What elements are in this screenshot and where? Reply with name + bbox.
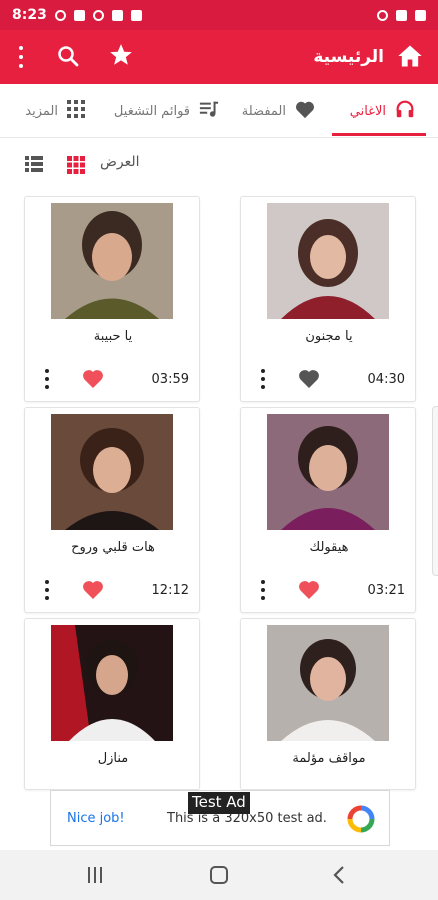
song-card[interactable]: هيقولك 03:21 bbox=[240, 407, 416, 613]
song-title: هيقولك bbox=[309, 540, 349, 555]
song-duration: 04:30 bbox=[367, 372, 405, 387]
ad-logo-icon bbox=[347, 805, 375, 837]
recent-apps-icon[interactable] bbox=[88, 867, 102, 883]
system-nav-bar bbox=[0, 850, 438, 900]
song-artwork bbox=[51, 625, 173, 741]
ad-cta[interactable]: Nice job! bbox=[67, 811, 125, 826]
back-icon[interactable] bbox=[332, 865, 346, 889]
grid-view-icon[interactable] bbox=[67, 156, 85, 178]
playlist-icon bbox=[198, 99, 220, 123]
pinterest-icon bbox=[92, 9, 104, 21]
system-icons bbox=[377, 9, 426, 21]
more-options-icon[interactable] bbox=[43, 580, 51, 600]
more-options-icon[interactable] bbox=[259, 369, 267, 389]
grid-icon bbox=[66, 99, 86, 123]
heart-icon bbox=[294, 99, 316, 123]
song-duration: 12:12 bbox=[151, 583, 189, 598]
song-title: يا مجنون bbox=[305, 329, 353, 344]
list-view-icon[interactable] bbox=[25, 156, 43, 176]
heart-icon[interactable] bbox=[297, 578, 321, 604]
heart-icon[interactable] bbox=[297, 367, 321, 393]
song-card[interactable]: يا مجنون 04:30 bbox=[240, 196, 416, 402]
tab-more[interactable]: المزيد bbox=[25, 84, 86, 138]
more-options-icon[interactable] bbox=[259, 580, 267, 600]
battery-icon bbox=[415, 9, 426, 21]
tab-playlists-label: قوائم التشغيل bbox=[113, 103, 190, 119]
status-bar: 8:23 bbox=[0, 0, 438, 30]
image-icon bbox=[130, 9, 142, 21]
tab-more-label: المزيد bbox=[25, 103, 58, 119]
song-artwork bbox=[267, 203, 389, 319]
test-ad-badge: Test Ad bbox=[188, 792, 250, 814]
more-options-icon[interactable] bbox=[43, 369, 51, 389]
song-title: يا حبيبة bbox=[93, 329, 133, 344]
tab-playlists[interactable]: قوائم التشغيل bbox=[114, 84, 220, 138]
song-card[interactable]: يا حبيبة 03:59 bbox=[24, 196, 200, 402]
active-tab-indicator bbox=[332, 133, 426, 136]
song-title: منازل bbox=[97, 751, 129, 766]
notification-icon bbox=[54, 9, 66, 21]
song-title: هات قلبي وروح bbox=[71, 540, 155, 555]
search-icon[interactable] bbox=[56, 44, 80, 72]
song-title: مواقف مؤلمة bbox=[292, 751, 366, 766]
heart-icon[interactable] bbox=[81, 578, 105, 604]
tab-favorites[interactable]: المفضلة bbox=[242, 84, 316, 138]
overflow-menu-icon[interactable] bbox=[16, 44, 26, 70]
song-card[interactable]: مواقف مؤلمة bbox=[240, 618, 416, 790]
song-card[interactable]: هات قلبي وروح 12:12 bbox=[24, 407, 200, 613]
tab-songs-label: الاغاني bbox=[349, 103, 386, 119]
notification-icons bbox=[54, 9, 142, 21]
app-bar: الرئيسية bbox=[0, 30, 438, 84]
upload-icon bbox=[111, 9, 123, 21]
home-button-icon[interactable] bbox=[210, 866, 228, 884]
tab-favorites-label: المفضلة bbox=[241, 103, 286, 119]
song-duration: 03:59 bbox=[151, 372, 189, 387]
song-duration: 03:21 bbox=[367, 583, 405, 598]
song-artwork bbox=[267, 625, 389, 741]
status-time: 8:23 bbox=[12, 7, 47, 23]
song-artwork bbox=[51, 414, 173, 530]
star-icon[interactable] bbox=[108, 42, 134, 72]
song-card[interactable]: منازل bbox=[24, 618, 200, 790]
app-title: الرئيسية bbox=[313, 47, 384, 67]
view-toggle-bar: العرض bbox=[0, 150, 438, 178]
signal-icon bbox=[396, 9, 407, 21]
message-icon bbox=[73, 9, 85, 21]
wifi-icon bbox=[377, 9, 388, 21]
home-icon[interactable] bbox=[396, 42, 424, 74]
heart-icon[interactable] bbox=[81, 367, 105, 393]
view-label: العرض bbox=[100, 154, 140, 170]
tab-bar: الاغاني المفضلة قوائم التشغيل المزيد bbox=[0, 84, 438, 138]
tab-songs[interactable]: الاغاني bbox=[350, 84, 416, 138]
song-artwork bbox=[267, 414, 389, 530]
headphones-icon bbox=[394, 98, 416, 124]
song-artwork bbox=[51, 203, 173, 319]
scrollbar-thumb[interactable] bbox=[432, 406, 438, 576]
